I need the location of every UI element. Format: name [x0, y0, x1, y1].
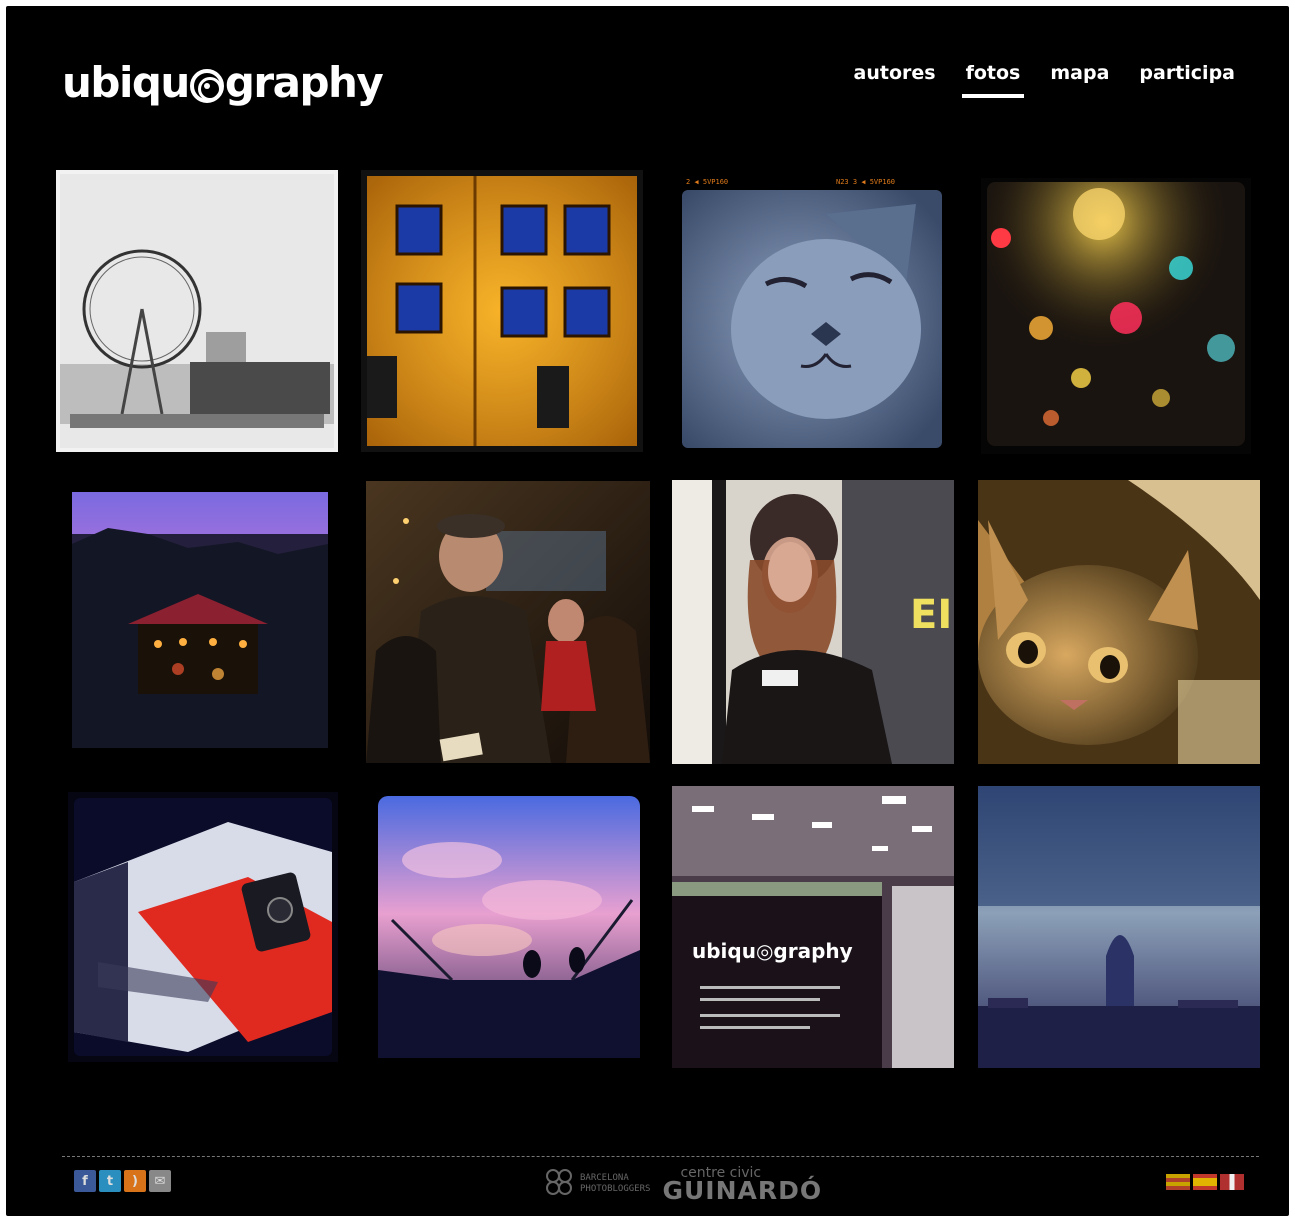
photo-tile[interactable] — [978, 786, 1260, 1068]
facebook-icon[interactable]: f — [74, 1170, 96, 1192]
photo-tile[interactable] — [981, 178, 1251, 454]
svg-text:EI: EI — [910, 592, 952, 638]
logo-text-right: graphy — [224, 58, 384, 107]
photo-camera-red-cloth — [68, 792, 338, 1062]
email-icon[interactable]: ✉ — [149, 1170, 171, 1192]
photo-sleeping-cat: 2 ◀ 5VP160 N23 3 ◀ 5VP160 — [676, 174, 948, 452]
barcelona-photobloggers-logo[interactable]: BARCELONA PHOTOBLOGGERS — [546, 1169, 650, 1199]
centre-civic-guinardo-logo[interactable]: centre civic GUINARDÓ — [662, 1166, 823, 1205]
nav-autores[interactable]: autores — [854, 62, 936, 90]
photo-tile[interactable]: ubiqu◎graphy — [672, 786, 954, 1068]
nav-mapa[interactable]: mapa — [1050, 62, 1109, 90]
photo-orange-building — [361, 170, 643, 452]
sponsor-logos: BARCELONA PHOTOBLOGGERS centre civic GUI… — [546, 1166, 823, 1205]
photo-tile[interactable] — [68, 792, 338, 1062]
footer-divider — [62, 1156, 1259, 1157]
photo-torre-agbar — [978, 786, 1260, 1068]
svg-text:2 ◀ 5VP160: 2 ◀ 5VP160 — [686, 178, 728, 186]
photo-tile[interactable] — [56, 170, 338, 452]
flag-catalan-icon[interactable] — [1166, 1174, 1190, 1190]
photo-tabby-cat — [978, 480, 1260, 764]
rss-icon[interactable]: ) — [124, 1170, 146, 1192]
bp-knot-icon — [546, 1169, 576, 1199]
nav-participa[interactable]: participa — [1139, 62, 1235, 90]
photo-girl-hoodie: EI — [672, 480, 954, 764]
sponsor2-big: GUINARDÓ — [662, 1176, 823, 1205]
social-links: f t ) ✉ — [74, 1170, 171, 1192]
photo-night-lights — [981, 178, 1251, 454]
photo-tile[interactable]: 2 ◀ 5VP160 N23 3 ◀ 5VP160 — [676, 174, 948, 452]
photo-tile[interactable] — [361, 170, 643, 452]
page-frame: ubiqu graphy autores fotos mapa particip… — [6, 6, 1289, 1216]
svg-text:ubiqu◎graphy: ubiqu◎graphy — [692, 939, 853, 963]
twitter-icon[interactable]: t — [99, 1170, 121, 1192]
photo-tile[interactable] — [372, 790, 646, 1064]
photo-elderly-man — [366, 481, 650, 763]
flag-spanish-icon[interactable] — [1193, 1174, 1217, 1190]
svg-text:N23 3 ◀ 5VP160: N23 3 ◀ 5VP160 — [836, 178, 895, 186]
photo-carousel-sunset — [68, 484, 334, 754]
photo-tile[interactable] — [366, 481, 650, 763]
photo-london-eye — [56, 170, 338, 452]
sponsor1-line2: PHOTOBLOGGERS — [580, 1184, 651, 1194]
flag-english-icon[interactable] — [1220, 1174, 1244, 1190]
photo-tile[interactable]: EI — [672, 480, 954, 764]
photo-laptop-office: ubiqu◎graphy — [672, 786, 954, 1068]
language-flags — [1166, 1174, 1244, 1190]
sponsor1-line1: BARCELONA — [580, 1173, 629, 1183]
photo-stairs-clouds — [372, 790, 646, 1064]
main-nav: autores fotos mapa participa — [854, 62, 1235, 98]
nav-fotos[interactable]: fotos — [961, 62, 1025, 98]
site-logo[interactable]: ubiqu graphy — [62, 58, 384, 107]
photo-tile[interactable] — [978, 480, 1260, 764]
target-icon — [189, 68, 224, 103]
photo-tile[interactable] — [68, 484, 334, 754]
logo-text-left: ubiqu — [62, 58, 190, 107]
